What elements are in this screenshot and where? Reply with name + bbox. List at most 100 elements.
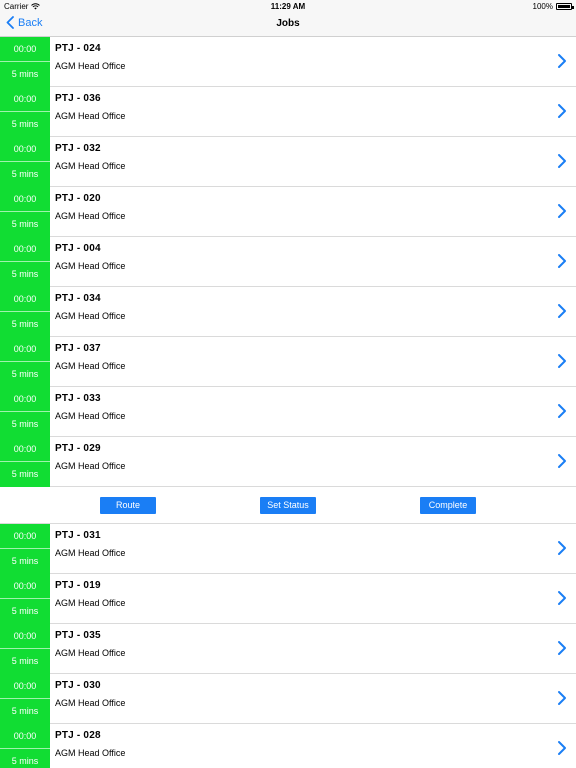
chevron-right-icon (558, 204, 566, 218)
job-code: PTJ - 028 (55, 730, 101, 741)
chevron-right-icon (558, 254, 566, 268)
job-location: AGM Head Office (55, 161, 126, 171)
battery-icon (556, 3, 574, 10)
job-location: AGM Head Office (55, 311, 126, 321)
chevron-right-icon (558, 404, 566, 418)
job-info: PTJ - 034 AGM Head Office (50, 287, 576, 336)
job-row[interactable]: 00:00 5 mins PTJ - 032 AGM Head Office (0, 137, 576, 187)
job-row[interactable]: 00:00 5 mins PTJ - 028 AGM Head Office (0, 724, 576, 768)
job-duration: 5 mins (11, 119, 39, 129)
job-duration: 5 mins (11, 419, 39, 429)
job-info: PTJ - 019 AGM Head Office (50, 574, 576, 623)
chevron-right-icon (558, 691, 566, 705)
job-code: PTJ - 024 (55, 43, 101, 54)
job-duration: 5 mins (11, 656, 39, 666)
job-duration: 5 mins (11, 706, 39, 716)
job-start-time: 00:00 (0, 87, 50, 112)
job-duration: 5 mins (11, 469, 39, 479)
job-start-time: 00:00 (0, 187, 50, 212)
job-duration: 5 mins (11, 69, 39, 79)
job-info: PTJ - 032 AGM Head Office (50, 137, 576, 186)
job-location: AGM Head Office (55, 698, 126, 708)
chevron-right-icon (558, 591, 566, 605)
job-row[interactable]: 00:00 5 mins PTJ - 004 AGM Head Office (0, 237, 576, 287)
job-row[interactable]: 00:00 5 mins PTJ - 019 AGM Head Office (0, 574, 576, 624)
job-row[interactable]: 00:00 5 mins PTJ - 033 AGM Head Office (0, 387, 576, 437)
job-start-time: 00:00 (0, 37, 50, 62)
job-row[interactable]: 00:00 5 mins PTJ - 030 AGM Head Office (0, 674, 576, 724)
route-button[interactable]: Route (100, 497, 156, 514)
action-bar: Route Set Status Complete (0, 487, 576, 524)
job-info: PTJ - 030 AGM Head Office (50, 674, 576, 723)
navigation-bar: Back Jobs (0, 12, 576, 37)
time-block: 00:00 5 mins (0, 337, 50, 387)
chevron-right-icon (558, 154, 566, 168)
time-block: 00:00 5 mins (0, 287, 50, 337)
job-row[interactable]: 00:00 5 mins PTJ - 034 AGM Head Office (0, 287, 576, 337)
chevron-right-icon (558, 741, 566, 755)
job-duration: 5 mins (11, 369, 39, 379)
job-start-time: 00:00 (0, 437, 50, 462)
job-info: PTJ - 037 AGM Head Office (50, 337, 576, 386)
job-location: AGM Head Office (55, 648, 126, 658)
time-block: 00:00 5 mins (0, 237, 50, 287)
job-code: PTJ - 037 (55, 343, 101, 354)
job-info: PTJ - 033 AGM Head Office (50, 387, 576, 436)
job-row[interactable]: 00:00 5 mins PTJ - 037 AGM Head Office (0, 337, 576, 387)
chevron-right-icon (558, 354, 566, 368)
job-info: PTJ - 028 AGM Head Office (50, 724, 576, 768)
chevron-right-icon (558, 104, 566, 118)
job-info: PTJ - 036 AGM Head Office (50, 87, 576, 136)
job-info: PTJ - 029 AGM Head Office (50, 437, 576, 486)
job-row[interactable]: 00:00 5 mins PTJ - 036 AGM Head Office (0, 87, 576, 137)
job-duration: 5 mins (11, 606, 39, 616)
job-start-time: 00:00 (0, 337, 50, 362)
job-code: PTJ - 004 (55, 243, 101, 254)
job-location: AGM Head Office (55, 411, 126, 421)
job-code: PTJ - 031 (55, 530, 101, 541)
time-block: 00:00 5 mins (0, 187, 50, 237)
chevron-right-icon (558, 641, 566, 655)
job-code: PTJ - 029 (55, 443, 101, 454)
job-info: PTJ - 020 AGM Head Office (50, 187, 576, 236)
job-location: AGM Head Office (55, 461, 126, 471)
chevron-right-icon (558, 54, 566, 68)
time-block: 00:00 5 mins (0, 137, 50, 187)
job-code: PTJ - 020 (55, 193, 101, 204)
chevron-right-icon (558, 541, 566, 555)
job-location: AGM Head Office (55, 548, 126, 558)
job-row[interactable]: 00:00 5 mins PTJ - 031 AGM Head Office (0, 524, 576, 574)
job-location: AGM Head Office (55, 598, 126, 608)
status-bar: Carrier 11:29 AM 100% (0, 0, 576, 12)
set-status-button[interactable]: Set Status (260, 497, 316, 514)
page-title: Jobs (276, 18, 300, 29)
time-block: 00:00 5 mins (0, 674, 50, 724)
job-location: AGM Head Office (55, 748, 126, 758)
job-duration: 5 mins (11, 756, 39, 766)
job-start-time: 00:00 (0, 287, 50, 312)
job-list-top: 00:00 5 mins PTJ - 024 AGM Head Office 00:00… (0, 37, 576, 487)
job-start-time: 00:00 (0, 674, 50, 699)
job-row[interactable]: 00:00 5 mins PTJ - 020 AGM Head Office (0, 187, 576, 237)
time-block: 00:00 5 mins (0, 724, 50, 768)
time-block: 00:00 5 mins (0, 624, 50, 674)
job-start-time: 00:00 (0, 387, 50, 412)
job-row[interactable]: 00:00 5 mins PTJ - 035 AGM Head Office (0, 624, 576, 674)
time-block: 00:00 5 mins (0, 37, 50, 87)
job-code: PTJ - 032 (55, 143, 101, 154)
job-row[interactable]: 00:00 5 mins PTJ - 024 AGM Head Office (0, 37, 576, 87)
job-duration: 5 mins (11, 169, 39, 179)
job-duration: 5 mins (11, 269, 39, 279)
battery-percent: 100% (532, 2, 553, 11)
time-block: 00:00 5 mins (0, 524, 50, 574)
job-list-bottom: 00:00 5 mins PTJ - 031 AGM Head Office 00:00… (0, 524, 576, 768)
job-code: PTJ - 030 (55, 680, 101, 691)
job-location: AGM Head Office (55, 261, 126, 271)
time-block: 00:00 5 mins (0, 574, 50, 624)
job-row[interactable]: 00:00 5 mins PTJ - 029 AGM Head Office (0, 437, 576, 487)
job-start-time: 00:00 (0, 624, 50, 649)
job-info: PTJ - 031 AGM Head Office (50, 524, 576, 573)
time-block: 00:00 5 mins (0, 437, 50, 487)
chevron-right-icon (558, 304, 566, 318)
complete-button[interactable]: Complete (420, 497, 476, 514)
